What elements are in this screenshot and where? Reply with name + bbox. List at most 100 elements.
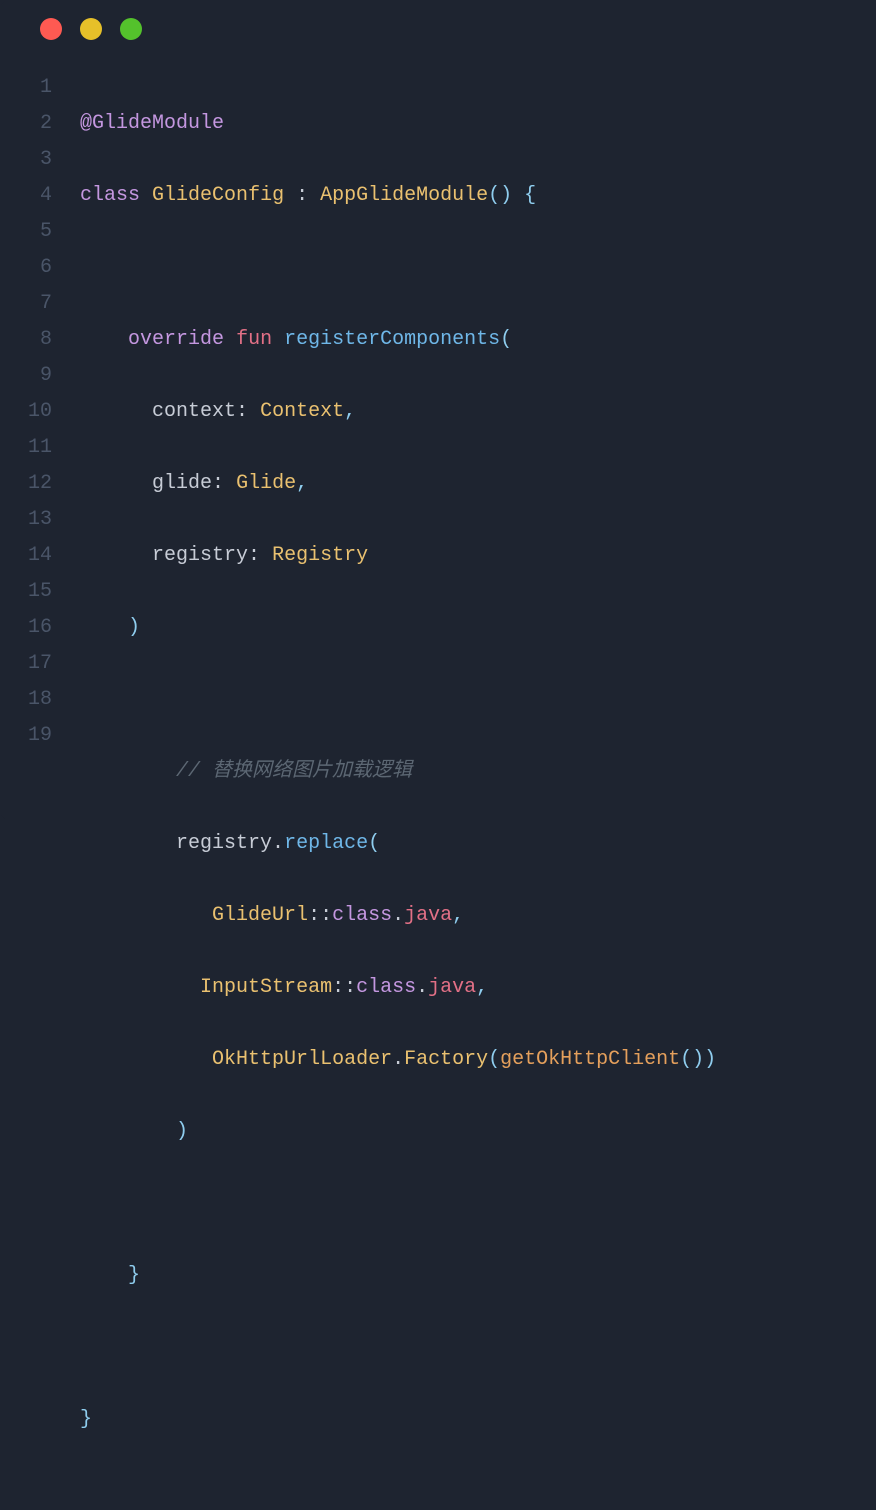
indent — [80, 544, 152, 567]
line-number: 13 — [28, 502, 52, 538]
text-token — [272, 328, 284, 351]
indent — [80, 400, 152, 423]
punct-token: () — [680, 1048, 704, 1071]
line-number: 2 — [28, 106, 52, 142]
type-token: AppGlideModule — [320, 184, 488, 207]
code-line: } — [80, 1258, 716, 1294]
punct-token: () — [488, 184, 512, 207]
type-token: InputStream — [200, 976, 332, 999]
text-token: : — [212, 472, 236, 495]
text-token — [140, 184, 152, 207]
maximize-icon[interactable] — [120, 18, 142, 40]
punct-token: ) — [128, 616, 140, 639]
punct-token: { — [512, 184, 536, 207]
punct-token: } — [128, 1264, 140, 1287]
text-token: : — [248, 544, 272, 567]
indent — [80, 472, 152, 495]
punct-token: ( — [500, 328, 512, 351]
code-line: } — [80, 1402, 716, 1438]
punct-token: :: — [332, 976, 356, 999]
type-token: GlideUrl — [212, 904, 308, 927]
code-line: context: Context, — [80, 394, 716, 430]
punct-token: , — [296, 472, 308, 495]
punct-token: . — [416, 976, 428, 999]
function-call-token: getOkHttpClient — [500, 1048, 680, 1071]
line-number: 4 — [28, 178, 52, 214]
code-line: override fun registerComponents( — [80, 322, 716, 358]
punct-token: ( — [368, 832, 380, 855]
line-number: 15 — [28, 574, 52, 610]
punct-token: . — [272, 832, 284, 855]
code-line — [80, 1330, 716, 1366]
punct-token: ) — [704, 1048, 716, 1071]
annotation-token: @GlideModule — [80, 112, 224, 135]
minimize-icon[interactable] — [80, 18, 102, 40]
indent — [80, 1048, 212, 1071]
line-number: 19 — [28, 718, 52, 754]
punct-token: , — [344, 400, 356, 423]
line-number: 5 — [28, 214, 52, 250]
param-token: registry — [152, 544, 248, 567]
code-line: // 替换网络图片加载逻辑 — [80, 754, 716, 790]
keyword-token: override — [128, 328, 224, 351]
type-token: Registry — [272, 544, 368, 567]
punct-token: } — [80, 1408, 92, 1431]
indent — [80, 904, 212, 927]
method-token: registerComponents — [284, 328, 500, 351]
text-token: : — [284, 184, 320, 207]
comment-token: // 替换网络图片加载逻辑 — [176, 760, 412, 783]
code-line: InputStream::class.java, — [80, 970, 716, 1006]
code-line: ) — [80, 610, 716, 646]
line-number: 1 — [28, 70, 52, 106]
punct-token: , — [476, 976, 488, 999]
code-line — [80, 250, 716, 286]
punct-token: . — [392, 1048, 404, 1071]
code-area: 1 2 3 4 5 6 7 8 9 10 11 12 13 14 15 16 1… — [0, 70, 876, 1510]
keyword-token: class — [80, 184, 140, 207]
param-token: context — [152, 400, 236, 423]
line-number: 7 — [28, 286, 52, 322]
method-token: Factory — [404, 1048, 488, 1071]
punct-token: ) — [176, 1120, 188, 1143]
line-number: 3 — [28, 142, 52, 178]
punct-token: :: — [308, 904, 332, 927]
text-token: : — [236, 400, 260, 423]
line-number: 9 — [28, 358, 52, 394]
property-token: java — [404, 904, 452, 927]
punct-token: . — [392, 904, 404, 927]
object-token: registry — [176, 832, 272, 855]
close-icon[interactable] — [40, 18, 62, 40]
method-token: replace — [284, 832, 368, 855]
code-line: class GlideConfig : AppGlideModule() { — [80, 178, 716, 214]
indent — [80, 976, 200, 999]
indent — [80, 616, 128, 639]
indent — [80, 1120, 176, 1143]
line-number: 17 — [28, 646, 52, 682]
type-token: Context — [260, 400, 344, 423]
type-token: OkHttpUrlLoader — [212, 1048, 392, 1071]
text-token — [224, 328, 236, 351]
code-line — [80, 682, 716, 718]
code-line — [80, 1186, 716, 1222]
code-line: @GlideModule — [80, 106, 716, 142]
line-number: 16 — [28, 610, 52, 646]
code-content[interactable]: @GlideModule class GlideConfig : AppGlid… — [80, 70, 716, 1510]
property-token: java — [428, 976, 476, 999]
code-editor-window: 1 2 3 4 5 6 7 8 9 10 11 12 13 14 15 16 1… — [0, 0, 876, 820]
code-line: ) — [80, 1114, 716, 1150]
line-number: 12 — [28, 466, 52, 502]
keyword-token: fun — [236, 328, 272, 351]
indent — [80, 760, 176, 783]
line-number: 8 — [28, 322, 52, 358]
code-line: glide: Glide, — [80, 466, 716, 502]
code-line: registry: Registry — [80, 538, 716, 574]
code-line: GlideUrl::class.java, — [80, 898, 716, 934]
indent — [80, 328, 128, 351]
keyword-token: class — [332, 904, 392, 927]
indent — [80, 1264, 128, 1287]
type-token: Glide — [236, 472, 296, 495]
punct-token: , — [452, 904, 464, 927]
line-number-gutter: 1 2 3 4 5 6 7 8 9 10 11 12 13 14 15 16 1… — [28, 70, 80, 1510]
code-line: registry.replace( — [80, 826, 716, 862]
param-token: glide — [152, 472, 212, 495]
